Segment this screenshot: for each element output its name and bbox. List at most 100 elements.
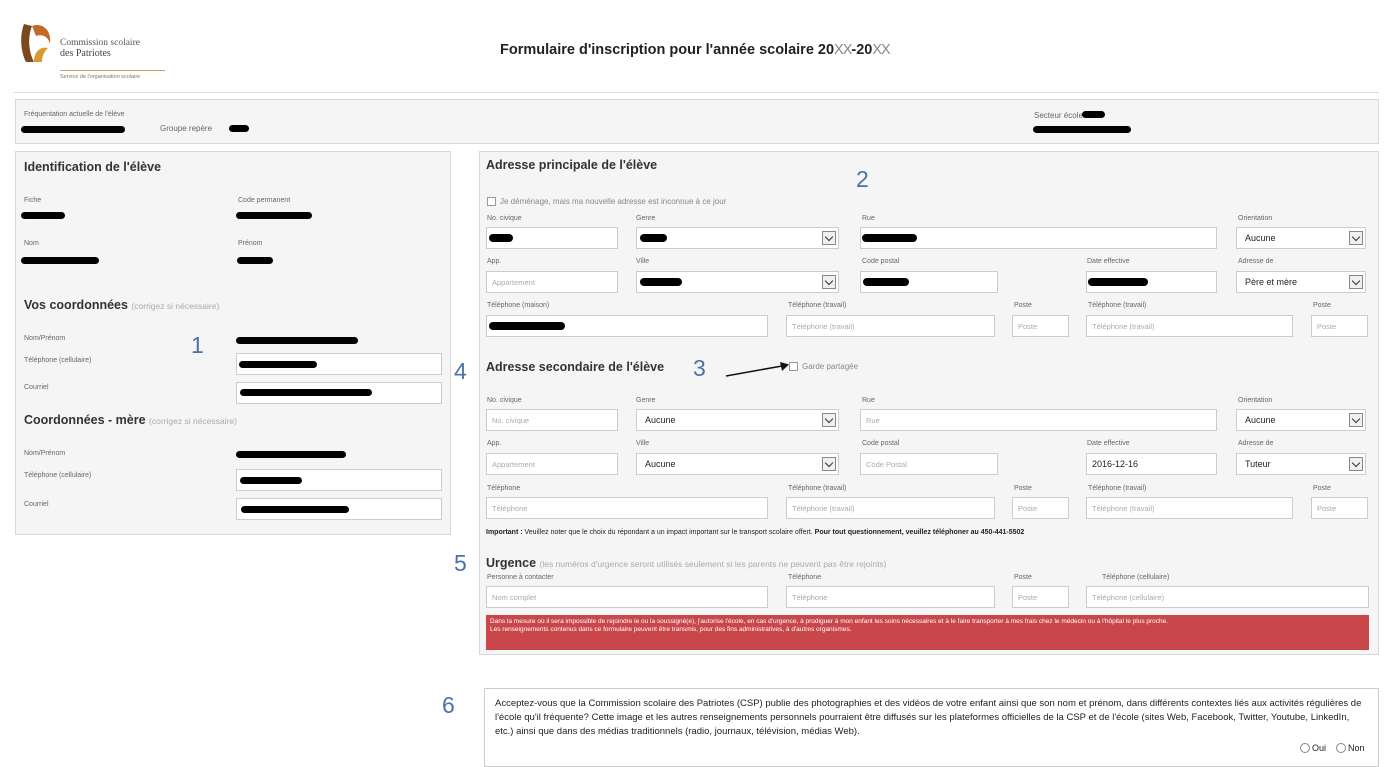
urgence-telephone-input[interactable]: Téléphone [786, 586, 995, 608]
frequentation-bar [15, 99, 1379, 144]
sec-telephone-label: Téléphone [487, 485, 521, 492]
mere-courriel-label: Courriel [24, 501, 49, 508]
code-postal-label: Code postal [862, 258, 900, 265]
redacted-genre [640, 234, 667, 242]
poste-2-label: Poste [1313, 302, 1331, 309]
redacted-nom-prenom [236, 337, 358, 344]
org-name-line2: des Patriotes [60, 48, 111, 59]
urgence-cell-input[interactable]: Téléphone (cellulaire) [1086, 586, 1369, 608]
redacted-mere-telephone [240, 477, 302, 484]
garde-partagee-label: Garde partagée [802, 362, 859, 371]
sec-code-postal-input[interactable]: Code Postal [860, 453, 998, 475]
garde-partagee-checkbox[interactable] [789, 362, 798, 371]
warning-line-2: Les renseignements contenus dans ce form… [490, 626, 852, 633]
tel-travail-2-input[interactable]: Téléphone (travail) [1086, 315, 1293, 337]
redacted-rue [862, 234, 917, 242]
urgence-telephone-label: Téléphone [788, 574, 822, 581]
sec-genre-label: Genre [636, 397, 656, 404]
redacted-secteur [1082, 111, 1105, 118]
redacted-mere-courriel [241, 506, 349, 513]
prenom-label: Prénom [238, 240, 263, 247]
sec-no-civique-label: No. civique [487, 397, 522, 404]
adresse-secondaire-title: Adresse secondaire de l'élève [486, 360, 665, 374]
mere-nom-prenom-label: Nom/Prénom [24, 450, 66, 457]
chevron-down-icon [1349, 275, 1363, 289]
redacted-telephone [239, 361, 317, 368]
sec-tel-travail-2-input[interactable]: Téléphone (travail) [1086, 497, 1293, 519]
urgence-warning: Dans la mesure où il sera impossible de … [486, 615, 1369, 650]
sec-telephone-input[interactable]: Téléphone [486, 497, 768, 519]
demenage-checkbox[interactable] [487, 197, 496, 206]
telephone-cell-label: Téléphone (cellulaire) [24, 357, 92, 364]
redacted-nom [21, 257, 99, 264]
sec-app-input[interactable]: Appartement [486, 453, 618, 475]
personne-input[interactable]: Nom complet [486, 586, 768, 608]
sec-tel-travail-input[interactable]: Téléphone (travail) [786, 497, 995, 519]
app-label: App. [487, 258, 502, 265]
sec-genre-select[interactable]: Aucune [636, 409, 839, 431]
chevron-down-icon [1349, 231, 1363, 245]
tel-maison-label: Téléphone (maison) [487, 302, 550, 309]
urgence-poste-label: Poste [1014, 574, 1032, 581]
groupe-label: Groupe repère [160, 124, 213, 133]
sec-adresse-de-label: Adresse de [1238, 440, 1274, 447]
sec-tel-travail-label: Téléphone (travail) [788, 485, 847, 492]
genre-label: Genre [636, 215, 656, 222]
chevron-down-icon [822, 275, 836, 289]
app-input[interactable]: Appartement [486, 271, 618, 293]
chevron-down-icon [822, 413, 836, 427]
coordonnees-title: Vos coordonnées (corrigez si nécessaire) [24, 298, 220, 312]
redacted-no-civique [489, 234, 513, 242]
redacted-code-permanent [236, 212, 312, 219]
redacted-prenom [237, 257, 273, 264]
tel-travail-2-label: Téléphone (travail) [1088, 302, 1147, 309]
urgence-poste-input[interactable]: Poste [1012, 586, 1069, 608]
mere-telephone-label: Téléphone (cellulaire) [24, 472, 92, 479]
coordonnees-mere-title: Coordonnées - mère (corrigez si nécessai… [24, 413, 237, 427]
sec-orientation-select[interactable]: Aucune [1236, 409, 1366, 431]
chevron-down-icon [1349, 457, 1363, 471]
urgence-cell-label: Téléphone (cellulaire) [1102, 574, 1170, 581]
arrow-icon [725, 362, 789, 377]
code-permanent-label: Code permanent [238, 197, 291, 204]
chevron-down-icon [1349, 413, 1363, 427]
poste-2-input[interactable]: Poste [1311, 315, 1368, 337]
sec-date-effective-input[interactable]: 2016-12-16 [1086, 453, 1217, 475]
oui-label: Oui [1312, 743, 1327, 753]
redacted-courriel [240, 389, 372, 396]
non-label: Non [1348, 743, 1365, 753]
poste-input[interactable]: Poste [1012, 315, 1069, 337]
tel-travail-label: Téléphone (travail) [788, 302, 847, 309]
non-radio[interactable] [1336, 743, 1346, 753]
redacted-secteur-name [1033, 126, 1131, 133]
courriel-label: Courriel [24, 384, 49, 391]
sec-adresse-de-select[interactable]: Tuteur [1236, 453, 1366, 475]
annotation-2: 2 [856, 166, 869, 192]
adresse-principale-title: Adresse principale de l'élève [486, 158, 658, 172]
nom-label: Nom [24, 240, 39, 247]
adresse-de-label: Adresse de [1238, 258, 1274, 265]
sec-no-civique-input[interactable]: No. civique [486, 409, 618, 431]
sec-poste-label: Poste [1014, 485, 1032, 492]
orientation-select[interactable]: Aucune [1236, 227, 1366, 249]
nom-prenom-label: Nom/Prénom [24, 335, 66, 342]
redacted-tel-maison [489, 322, 565, 330]
tel-travail-input[interactable]: Téléphone (travail) [786, 315, 995, 337]
urgence-title: Urgence (les numéros d'urgence seront ut… [486, 556, 887, 570]
sec-rue-input[interactable]: Rue [860, 409, 1217, 431]
logo-icon [21, 24, 51, 62]
sec-poste-2-input[interactable]: Poste [1311, 497, 1368, 519]
sec-poste-input[interactable]: Poste [1012, 497, 1069, 519]
adresse-de-select[interactable]: Père et mère [1236, 271, 1366, 293]
oui-radio[interactable] [1300, 743, 1310, 753]
annotation-5: 5 [454, 550, 467, 576]
date-effective-label: Date effective [1087, 258, 1130, 265]
sec-poste-2-label: Poste [1313, 485, 1331, 492]
poste-label: Poste [1014, 302, 1032, 309]
sec-ville-select[interactable]: Aucune [636, 453, 839, 475]
ville-label: Ville [636, 258, 650, 265]
chevron-down-icon [822, 457, 836, 471]
no-civique-label: No. civique [487, 215, 522, 222]
secteur-label: Secteur école : [1034, 111, 1088, 120]
redacted-groupe [229, 125, 249, 132]
